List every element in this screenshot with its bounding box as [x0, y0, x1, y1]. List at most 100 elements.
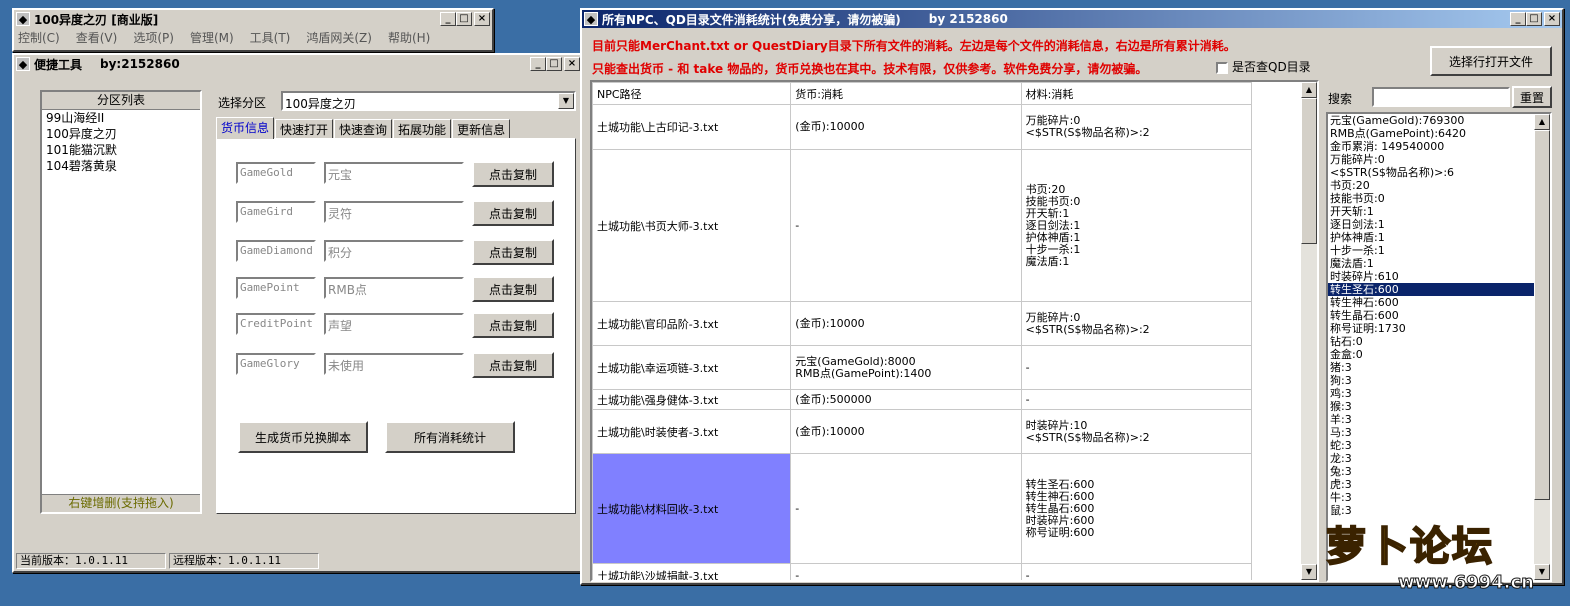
totals-list-item[interactable]: 十步一杀:1	[1328, 244, 1550, 257]
copy-button[interactable]: 点击复制	[472, 239, 554, 265]
scroll-thumb[interactable]	[1301, 98, 1317, 244]
currency-key-field[interactable]: GameGlory	[236, 353, 316, 375]
money-cost-cell[interactable]: (金币):500000	[790, 389, 1022, 410]
tool-titlebar[interactable]: ◆ 便捷工具 by:2152860 _ □ ×	[14, 55, 582, 73]
maximize-icon[interactable]: □	[1526, 12, 1542, 26]
scroll-up-icon[interactable]: ▲	[1301, 82, 1317, 98]
totals-list-item[interactable]: 金币累消: 149540000	[1328, 140, 1550, 153]
totals-list-item[interactable]: 鼠:3	[1328, 504, 1550, 517]
tab-item[interactable]: 快速查询	[334, 119, 393, 139]
npc-path-cell[interactable]: 土城功能\时装使者-3.txt	[592, 409, 792, 454]
totals-list-item[interactable]: 蛇:3	[1328, 439, 1550, 452]
qd-dir-checkbox[interactable]: 是否查QD目录	[1216, 58, 1311, 75]
grid-row[interactable]: 土城功能\官印品阶-3.txt (金币):10000 万能碎片:0 <$STR(S$…	[592, 301, 1253, 346]
material-cost-cell[interactable]: 时装碎片:10 <$STR(S$物品名称)>:2	[1020, 409, 1253, 454]
totals-list-item[interactable]: 虎:3	[1328, 478, 1550, 491]
totals-list-item[interactable]: 护体神盾:1	[1328, 231, 1550, 244]
chevron-down-icon[interactable]: ▼	[558, 93, 574, 109]
menu-item[interactable]: 查看(V)	[76, 29, 118, 46]
checkbox-icon[interactable]	[1216, 61, 1228, 74]
npc-path-cell[interactable]: 土城功能\书页大师-3.txt	[592, 149, 792, 302]
totals-list-item[interactable]: 技能书页:0	[1328, 192, 1550, 205]
totals-list-item[interactable]: 钻石:0	[1328, 335, 1550, 348]
totals-list-item[interactable]: 鸡:3	[1328, 387, 1550, 400]
money-cost-cell[interactable]: (金币):10000	[790, 104, 1022, 150]
open-selected-file-button[interactable]: 选择行打开文件	[1430, 46, 1552, 76]
grid-column-header[interactable]: NPC路径	[592, 82, 792, 105]
material-cost-cell[interactable]: -	[1020, 389, 1253, 410]
money-cost-cell[interactable]: 元宝(GameGold):8000 RMB点(GamePoint):1400	[790, 345, 1022, 390]
totals-list-item[interactable]: 逐日剑法:1	[1328, 218, 1550, 231]
menu-item[interactable]: 选项(P)	[133, 29, 174, 46]
material-cost-cell[interactable]: 万能碎片:0 <$STR(S$物品名称)>:2	[1020, 104, 1253, 150]
grid-row[interactable]: 土城功能\强身健体-3.txt (金币):500000-	[592, 389, 1253, 410]
currency-name-field[interactable]: 积分	[324, 240, 464, 262]
close-icon[interactable]: ×	[474, 12, 490, 26]
scroll-down-icon[interactable]: ▼	[1301, 564, 1317, 580]
tab-item[interactable]: 更新信息	[452, 119, 511, 139]
totals-list-item[interactable]: 兔:3	[1328, 465, 1550, 478]
totals-list-item[interactable]: 猪:3	[1328, 361, 1550, 374]
currency-key-field[interactable]: GamePoint	[236, 277, 316, 299]
npc-path-cell[interactable]: 土城功能\强身健体-3.txt	[592, 389, 792, 410]
totals-list-item[interactable]: 开天斩:1	[1328, 205, 1550, 218]
partition-list[interactable]: 分区列表 99山海经II 100异度之刃 101能猫沉默 104碧落黄泉 右键增删(支…	[40, 90, 202, 514]
search-input[interactable]	[1372, 87, 1510, 107]
npc-path-cell[interactable]: 土城功能\上古印记-3.txt	[592, 104, 792, 150]
currency-name-field[interactable]: 灵符	[324, 201, 464, 223]
grid-column-header[interactable]: 材料:消耗	[1020, 82, 1253, 105]
maximize-icon[interactable]: □	[456, 12, 472, 26]
money-cost-cell[interactable]: -	[790, 149, 1022, 302]
menu-item[interactable]: 工具(T)	[250, 29, 291, 46]
currency-key-field[interactable]: CreditPoint	[236, 313, 316, 335]
money-cost-cell[interactable]: (金币):10000	[790, 301, 1022, 346]
minimize-icon[interactable]: _	[530, 57, 546, 71]
currency-key-field[interactable]: GameGold	[236, 162, 316, 184]
grid-scrollbar[interactable]: ▲ ▼	[1301, 82, 1317, 580]
material-cost-cell[interactable]: 转生圣石:600 转生神石:600 转生晶石:600 时装碎片:600 称号证明…	[1020, 453, 1253, 564]
scroll-up-icon[interactable]: ▲	[1534, 114, 1550, 130]
totals-list-item[interactable]: 万能碎片:0	[1328, 153, 1550, 166]
generate-script-button[interactable]: 生成货币兑换脚本	[238, 421, 368, 453]
totals-list-item[interactable]: 转生晶石:600	[1328, 309, 1550, 322]
totals-list-item[interactable]: 猴:3	[1328, 400, 1550, 413]
scroll-down-icon[interactable]: ▼	[1534, 564, 1550, 580]
copy-button[interactable]: 点击复制	[472, 312, 554, 338]
material-cost-cell[interactable]: 书页:20 技能书页:0 开天斩:1 逐日剑法:1 护体神盾:1 十步一杀:1 …	[1020, 149, 1253, 302]
material-cost-cell[interactable]: -	[1020, 563, 1253, 580]
totals-list-item[interactable]: 金盒:0	[1328, 348, 1550, 361]
currency-name-field[interactable]: 声望	[324, 313, 464, 335]
npc-path-cell[interactable]: 土城功能\沙城捐献-3.txt	[592, 563, 792, 580]
minimize-icon[interactable]: _	[440, 12, 456, 26]
totals-list-item[interactable]: RMB点(GamePoint):6420	[1328, 127, 1550, 140]
currency-key-field[interactable]: GameDiamond	[236, 240, 316, 262]
money-cost-cell[interactable]: (金币):10000	[790, 409, 1022, 454]
grid-row[interactable]: 土城功能\幸运项链-3.txt 元宝(GameGold):8000 RMB点(Ga…	[592, 345, 1253, 390]
grid-column-header[interactable]: 货币:消耗	[790, 82, 1022, 105]
totals-list-item[interactable]: 元宝(GameGold):769300	[1328, 114, 1550, 127]
partition-list-item[interactable]: 99山海经II	[42, 110, 200, 126]
partition-select[interactable]: 100异度之刃 ▼	[281, 91, 576, 111]
totals-list-item[interactable]: 魔法盾:1	[1328, 257, 1550, 270]
copy-button[interactable]: 点击复制	[472, 352, 554, 378]
grid-row[interactable]: 土城功能\材料回收-3.txt - 转生圣石:600 转生神石:600 转生晶石:6…	[592, 453, 1253, 564]
currency-name-field[interactable]: 元宝	[324, 162, 464, 184]
npc-path-cell[interactable]: 土城功能\官印品阶-3.txt	[592, 301, 792, 346]
copy-button[interactable]: 点击复制	[472, 276, 554, 302]
currency-name-field[interactable]: RMB点	[324, 277, 464, 299]
consumption-grid[interactable]: NPC路径 货币:消耗 材料:消耗 土城功能\上古印记-3.txt (金币):1000…	[590, 80, 1319, 582]
menu-item[interactable]: 管理(M)	[190, 29, 234, 46]
currency-key-field[interactable]: GameGird	[236, 201, 316, 223]
totals-list-item[interactable]: 称号证明:1730	[1328, 322, 1550, 335]
tab-item[interactable]: 拓展功能	[393, 119, 452, 139]
grid-row[interactable]: 土城功能\上古印记-3.txt (金币):10000 万能碎片:0 <$STR(S$…	[592, 104, 1253, 150]
totals-scrollbar[interactable]: ▲ ▼	[1534, 114, 1550, 580]
totals-list-item[interactable]: 牛:3	[1328, 491, 1550, 504]
currency-name-field[interactable]: 未使用	[324, 353, 464, 375]
copy-button[interactable]: 点击复制	[472, 161, 554, 187]
tab-item[interactable]: 货币信息	[216, 117, 275, 139]
totals-list-item[interactable]: 龙:3	[1328, 452, 1550, 465]
all-stats-button[interactable]: 所有消耗统计	[385, 421, 515, 453]
grid-row[interactable]: 土城功能\书页大师-3.txt - 书页:20 技能书页:0 开天斩:1 逐日剑法:…	[592, 149, 1253, 302]
totals-list-item[interactable]: 转生圣石:600	[1328, 283, 1550, 296]
